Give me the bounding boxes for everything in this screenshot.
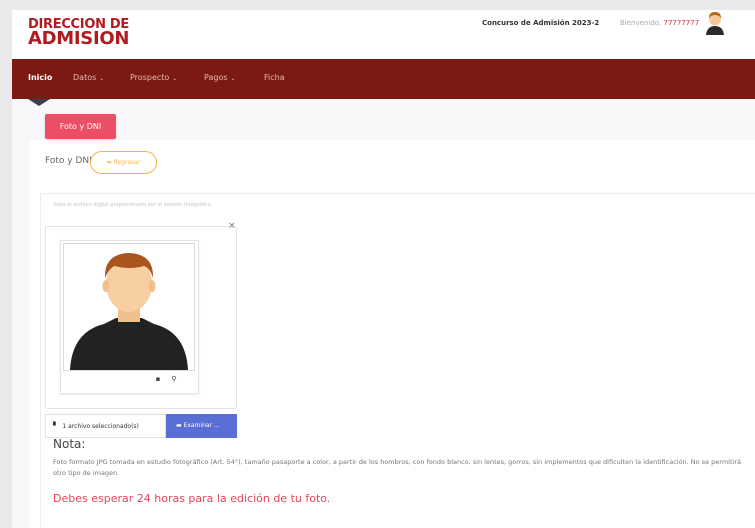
regresar-button[interactable]: ⬅ Regresar: [90, 151, 157, 174]
nav-label: Datos: [73, 73, 97, 82]
welcome-text: Bienvenido, 77777777: [620, 19, 699, 27]
nav-label: Prospecto: [130, 73, 170, 82]
concurso-title: Concurso de Admisión 2023-2: [482, 19, 600, 27]
active-indicator: [28, 99, 50, 106]
nav-item-pagos[interactable]: Pagos ⌄: [204, 73, 236, 82]
section-label: Foto y DNI: [45, 156, 92, 166]
nav-item-prospecto[interactable]: Prospecto ⌄: [130, 73, 177, 82]
back-arrow-icon: ⬅: [106, 159, 112, 166]
file-icon: ▘: [53, 422, 59, 430]
top-header: DIRECCION DE ADMISION: [12, 10, 755, 59]
regresar-label: Regresar: [113, 159, 141, 166]
main-nav: Inicio Datos ⌄ Prospecto ⌄ Pagos ⌄ Ficha: [12, 59, 755, 99]
nota-text: Foto formato JPG tomada en estudio fotog…: [53, 458, 741, 477]
examinar-button[interactable]: ▬ Examinar ...: [166, 414, 237, 438]
file-caption-text: 1 archivo seleccionado(s): [62, 423, 139, 430]
nav-item-inicio[interactable]: Inicio: [28, 73, 52, 82]
nota-title: Nota:: [53, 437, 86, 451]
chevron-down-icon: ⌄: [99, 75, 105, 82]
site-logo[interactable]: DIRECCION DE ADMISION: [28, 18, 129, 48]
nav-item-ficha[interactable]: Ficha: [264, 73, 285, 82]
nav-label: Ficha: [264, 73, 285, 82]
logo-line2: ADMISION: [28, 28, 130, 49]
upload-hint: Suba el archivo digital proporcionado po…: [53, 202, 211, 208]
close-icon[interactable]: ×: [228, 222, 236, 231]
chevron-down-icon: ⌄: [172, 75, 178, 82]
nav-label: Pagos: [204, 73, 228, 82]
trash-icon[interactable]: ▪: [151, 372, 165, 386]
file-caption: ▘ 1 archivo seleccionado(s): [45, 414, 166, 438]
welcome-prefix: Bienvenido,: [620, 19, 662, 27]
uploaded-photo: [63, 243, 195, 371]
zoom-icon[interactable]: ⚲: [167, 372, 181, 386]
chevron-down-icon: ⌄: [230, 75, 236, 82]
tab-foto-dni[interactable]: Foto y DNI: [45, 114, 116, 139]
user-avatar-icon[interactable]: [705, 11, 725, 35]
edit-warning: Debes esperar 24 horas para la edición d…: [53, 492, 331, 505]
folder-icon: ▬: [176, 422, 182, 429]
nav-label: Inicio: [28, 73, 53, 82]
user-code: 77777777: [663, 19, 700, 27]
examinar-label: Examinar ...: [183, 422, 220, 429]
nav-item-datos[interactable]: Datos ⌄: [73, 73, 104, 82]
